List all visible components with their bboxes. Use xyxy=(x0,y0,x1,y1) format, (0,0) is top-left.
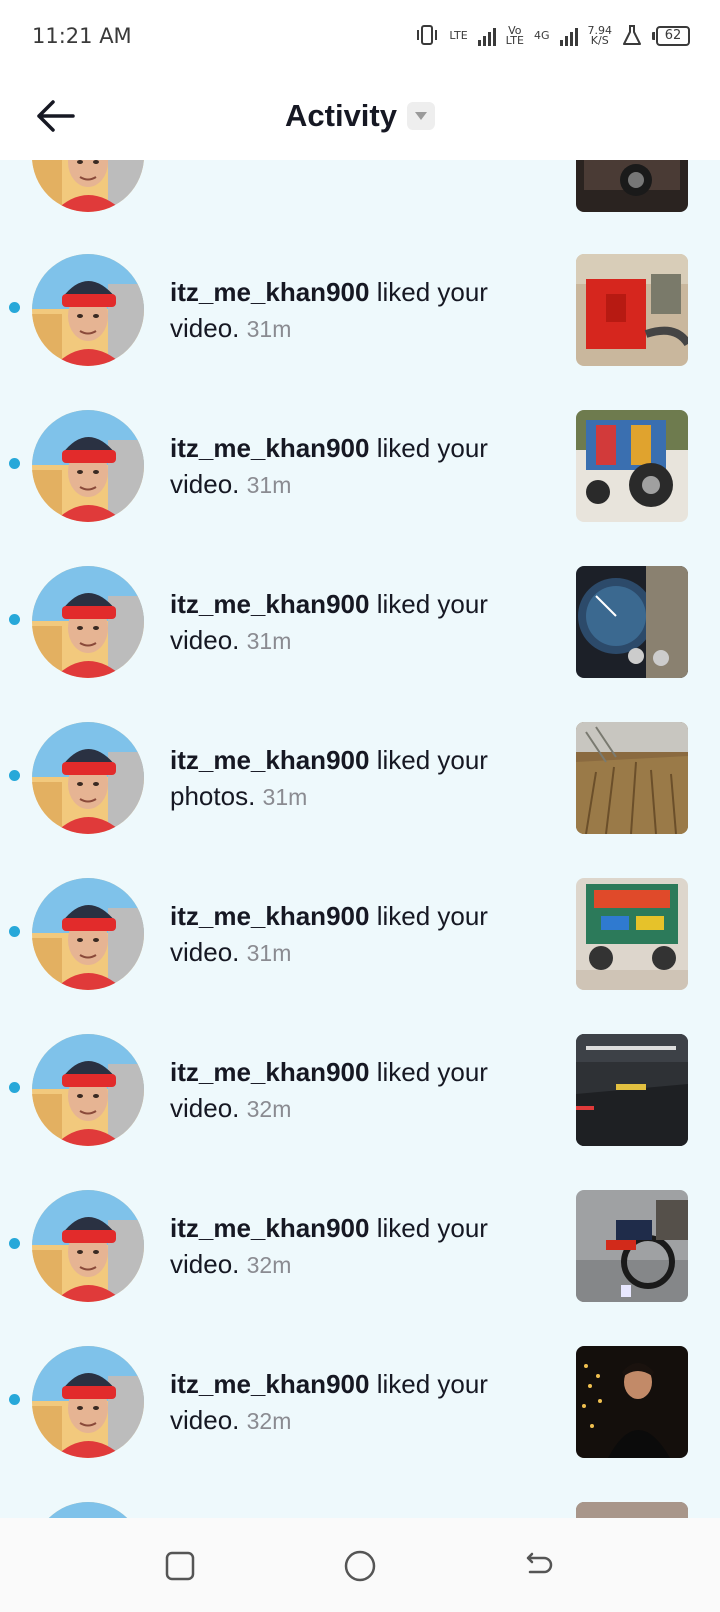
notification-row[interactable]: itz_me_khan900 liked your video. 32m xyxy=(0,1014,720,1170)
page-title: Activity xyxy=(285,98,397,133)
notification-row[interactable]: itz_me_khan900 liked your video. 31m xyxy=(0,546,720,702)
avatar[interactable] xyxy=(32,410,144,522)
home-button[interactable] xyxy=(340,1546,380,1586)
activity-filter[interactable]: Activity xyxy=(0,98,720,134)
notification-username[interactable]: itz_me_khan900 xyxy=(170,589,369,619)
notification-username[interactable]: itz_me_khan900 xyxy=(170,745,369,775)
video-thumbnail[interactable] xyxy=(576,160,688,212)
unread-dot xyxy=(9,614,20,625)
system-nav-bar xyxy=(0,1518,720,1612)
status-time: 11:21 AM xyxy=(32,24,132,48)
header: Activity xyxy=(0,72,720,160)
avatar[interactable] xyxy=(32,878,144,990)
notification-list[interactable]: video. 31m itz_me_khan900 liked your vide… xyxy=(0,160,720,1518)
notification-time: 31m xyxy=(246,316,292,342)
avatar[interactable] xyxy=(32,254,144,366)
video-thumbnail[interactable] xyxy=(576,1190,688,1302)
notification-text: itz_me_khan900 liked your video. 32m xyxy=(170,1210,540,1283)
avatar[interactable] xyxy=(32,1502,144,1518)
notification-text: itz_me_khan900 liked your video. 32m xyxy=(170,1054,540,1127)
signal-icon xyxy=(477,26,496,46)
video-thumbnail[interactable] xyxy=(576,410,688,522)
notification-row[interactable]: itz_me_khan900 liked your photos. 31m xyxy=(0,702,720,858)
notification-row[interactable]: itz_me_khan900 liked your video. 31m xyxy=(0,390,720,546)
circle-icon xyxy=(344,1550,376,1582)
notification-username[interactable]: itz_me_khan900 xyxy=(170,1057,369,1087)
video-thumbnail[interactable] xyxy=(576,722,688,834)
recent-apps-button[interactable] xyxy=(160,1546,200,1586)
speed-unit: K/S xyxy=(590,34,609,47)
notification-text: itz_me_khan900 liked your video. 31m xyxy=(170,430,540,503)
chevron-down-icon xyxy=(406,102,435,130)
4g-label: 4G xyxy=(533,29,550,42)
notification-time: 31m xyxy=(262,784,308,810)
notification-text: itz_me_khan900 liked your video. 31m xyxy=(170,274,540,347)
notification-text: itz_me_khan900 liked your video. 31m xyxy=(170,898,540,971)
avatar[interactable] xyxy=(32,1346,144,1458)
avatar[interactable] xyxy=(32,160,144,212)
notification-row-partial[interactable] xyxy=(0,1482,720,1518)
notification-time: 31m xyxy=(246,628,292,654)
volte-label: Vo LTE xyxy=(505,25,524,47)
avatar[interactable] xyxy=(32,1190,144,1302)
video-thumbnail[interactable] xyxy=(576,566,688,678)
notification-username[interactable]: itz_me_khan900 xyxy=(170,1213,369,1243)
lte-label: LTE xyxy=(449,29,468,42)
notification-text: itz_me_khan900 liked your video. 32m xyxy=(170,1366,540,1439)
notification-time: 31m xyxy=(246,940,292,966)
unread-dot xyxy=(9,302,20,313)
notification-time: 32m xyxy=(246,1408,292,1434)
unread-dot xyxy=(9,458,20,469)
unread-dot xyxy=(9,770,20,781)
vibrate-icon xyxy=(415,24,439,49)
flask-icon xyxy=(622,24,642,49)
notification-text: itz_me_khan900 liked your photos. 31m xyxy=(170,742,540,815)
notification-username[interactable]: itz_me_khan900 xyxy=(170,277,369,307)
notification-row[interactable]: video. 31m xyxy=(0,160,720,236)
video-thumbnail[interactable] xyxy=(576,254,688,366)
speed-label: 7.94 K/S xyxy=(588,25,613,47)
volte-bottom: LTE xyxy=(505,34,524,47)
notification-row[interactable]: itz_me_khan900 liked your video. 32m xyxy=(0,1326,720,1482)
notification-username[interactable]: itz_me_khan900 xyxy=(170,1369,369,1399)
video-thumbnail[interactable] xyxy=(576,878,688,990)
notification-username[interactable]: itz_me_khan900 xyxy=(170,901,369,931)
battery-level: 62 xyxy=(656,26,690,46)
unread-dot xyxy=(9,1394,20,1405)
notification-username[interactable]: itz_me_khan900 xyxy=(170,433,369,463)
video-thumbnail[interactable] xyxy=(576,1034,688,1146)
unread-dot xyxy=(9,1082,20,1093)
square-icon xyxy=(165,1551,195,1581)
video-thumbnail[interactable] xyxy=(576,1346,688,1458)
status-bar: 11:21 AM LTE Vo LTE 4G 7.94 K/S 62 xyxy=(0,0,720,72)
notification-text: itz_me_khan900 liked your video. 31m xyxy=(170,586,540,659)
notification-row[interactable]: itz_me_khan900 liked your video. 31m xyxy=(0,234,720,390)
unread-dot xyxy=(9,926,20,937)
avatar[interactable] xyxy=(32,1034,144,1146)
avatar[interactable] xyxy=(32,722,144,834)
back-arrow-icon xyxy=(526,1552,553,1574)
signal-icon-2 xyxy=(559,26,578,46)
unread-dot xyxy=(9,1238,20,1249)
back-nav-button[interactable] xyxy=(518,1546,558,1586)
status-icons: LTE Vo LTE 4G 7.94 K/S 62 xyxy=(415,22,690,50)
notification-row[interactable]: itz_me_khan900 liked your video. 32m xyxy=(0,1170,720,1326)
notification-time: 32m xyxy=(246,1252,292,1278)
video-thumbnail[interactable] xyxy=(576,1502,688,1518)
notification-row[interactable]: itz_me_khan900 liked your video. 31m xyxy=(0,858,720,1014)
notification-time: 32m xyxy=(246,1096,292,1122)
avatar[interactable] xyxy=(32,566,144,678)
notification-time: 31m xyxy=(246,472,292,498)
battery-icon: 62 xyxy=(652,26,690,46)
